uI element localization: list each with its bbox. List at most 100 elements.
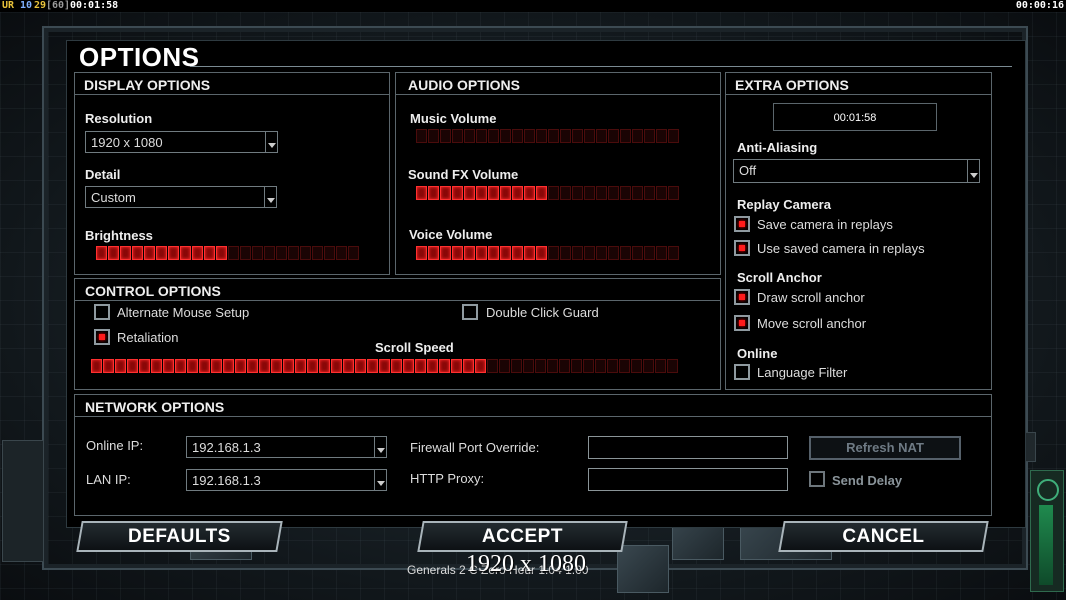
slider-segment[interactable] (596, 186, 607, 200)
slider-segment[interactable] (264, 246, 275, 260)
slider-segment[interactable] (560, 186, 571, 200)
slider-segment[interactable] (439, 359, 450, 373)
alternate-mouse-checkbox[interactable] (94, 304, 110, 320)
music-volume-slider[interactable] (416, 129, 679, 143)
slider-segment[interactable] (259, 359, 270, 373)
save-camera-checkbox[interactable] (734, 216, 750, 232)
voice-volume-slider[interactable] (416, 246, 679, 260)
brightness-slider[interactable] (96, 246, 359, 260)
slider-segment[interactable] (536, 246, 547, 260)
defaults-button[interactable]: DEFAULTS (76, 521, 283, 552)
slider-segment[interactable] (572, 246, 583, 260)
slider-segment[interactable] (620, 186, 631, 200)
slider-segment[interactable] (511, 359, 522, 373)
slider-segment[interactable] (620, 129, 631, 143)
slider-segment[interactable] (619, 359, 630, 373)
slider-segment[interactable] (428, 246, 439, 260)
sfx-volume-slider[interactable] (416, 186, 679, 200)
slider-segment[interactable] (288, 246, 299, 260)
slider-segment[interactable] (367, 359, 378, 373)
http-proxy-field[interactable] (588, 468, 788, 491)
slider-segment[interactable] (463, 359, 474, 373)
slider-segment[interactable] (199, 359, 210, 373)
slider-segment[interactable] (355, 359, 366, 373)
slider-segment[interactable] (416, 246, 427, 260)
slider-segment[interactable] (631, 359, 642, 373)
slider-segment[interactable] (668, 129, 679, 143)
slider-segment[interactable] (391, 359, 402, 373)
accept-button[interactable]: ACCEPT (417, 521, 628, 552)
chevron-down-icon[interactable] (374, 437, 386, 457)
slider-segment[interactable] (560, 246, 571, 260)
slider-segment[interactable] (247, 359, 258, 373)
slider-segment[interactable] (139, 359, 150, 373)
slider-segment[interactable] (632, 246, 643, 260)
slider-segment[interactable] (103, 359, 114, 373)
scroll-speed-slider[interactable] (91, 359, 678, 373)
firewall-port-field[interactable] (588, 436, 788, 459)
slider-segment[interactable] (656, 246, 667, 260)
slider-segment[interactable] (295, 359, 306, 373)
slider-segment[interactable] (487, 359, 498, 373)
language-filter-checkbox[interactable] (734, 364, 750, 380)
slider-segment[interactable] (595, 359, 606, 373)
slider-segment[interactable] (668, 186, 679, 200)
slider-segment[interactable] (488, 129, 499, 143)
slider-segment[interactable] (452, 129, 463, 143)
slider-segment[interactable] (452, 186, 463, 200)
anti-aliasing-dropdown[interactable]: Off (733, 159, 980, 183)
send-delay-checkbox[interactable] (809, 471, 825, 487)
slider-segment[interactable] (512, 129, 523, 143)
slider-segment[interactable] (211, 359, 222, 373)
slider-segment[interactable] (632, 186, 643, 200)
slider-segment[interactable] (512, 246, 523, 260)
slider-segment[interactable] (127, 359, 138, 373)
slider-segment[interactable] (488, 246, 499, 260)
slider-segment[interactable] (656, 129, 667, 143)
slider-segment[interactable] (440, 186, 451, 200)
double-click-guard-checkbox[interactable] (462, 304, 478, 320)
slider-segment[interactable] (632, 129, 643, 143)
slider-segment[interactable] (428, 186, 439, 200)
slider-segment[interactable] (428, 129, 439, 143)
slider-segment[interactable] (403, 359, 414, 373)
slider-segment[interactable] (500, 186, 511, 200)
slider-segment[interactable] (608, 186, 619, 200)
slider-segment[interactable] (500, 246, 511, 260)
slider-segment[interactable] (524, 129, 535, 143)
slider-segment[interactable] (596, 246, 607, 260)
slider-segment[interactable] (512, 186, 523, 200)
slider-segment[interactable] (607, 359, 618, 373)
slider-segment[interactable] (132, 246, 143, 260)
slider-segment[interactable] (548, 129, 559, 143)
slider-segment[interactable] (120, 246, 131, 260)
slider-segment[interactable] (464, 186, 475, 200)
slider-segment[interactable] (331, 359, 342, 373)
slider-segment[interactable] (524, 246, 535, 260)
slider-segment[interactable] (312, 246, 323, 260)
slider-segment[interactable] (643, 359, 654, 373)
slider-segment[interactable] (559, 359, 570, 373)
slider-segment[interactable] (547, 359, 558, 373)
cancel-button[interactable]: CANCEL (778, 521, 989, 552)
use-saved-camera-checkbox[interactable] (734, 240, 750, 256)
slider-segment[interactable] (451, 359, 462, 373)
slider-segment[interactable] (151, 359, 162, 373)
slider-segment[interactable] (192, 246, 203, 260)
slider-segment[interactable] (655, 359, 666, 373)
resolution-dropdown[interactable]: 1920 x 1080 (85, 131, 278, 153)
slider-segment[interactable] (476, 246, 487, 260)
slider-segment[interactable] (583, 359, 594, 373)
online-ip-dropdown[interactable]: 192.168.1.3 (186, 436, 387, 458)
chevron-down-icon[interactable] (967, 160, 979, 182)
slider-segment[interactable] (488, 186, 499, 200)
slider-segment[interactable] (343, 359, 354, 373)
slider-segment[interactable] (440, 129, 451, 143)
slider-segment[interactable] (476, 129, 487, 143)
slider-segment[interactable] (644, 129, 655, 143)
slider-segment[interactable] (91, 359, 102, 373)
slider-segment[interactable] (475, 359, 486, 373)
slider-segment[interactable] (500, 129, 511, 143)
retaliation-checkbox[interactable] (94, 329, 110, 345)
slider-segment[interactable] (584, 186, 595, 200)
